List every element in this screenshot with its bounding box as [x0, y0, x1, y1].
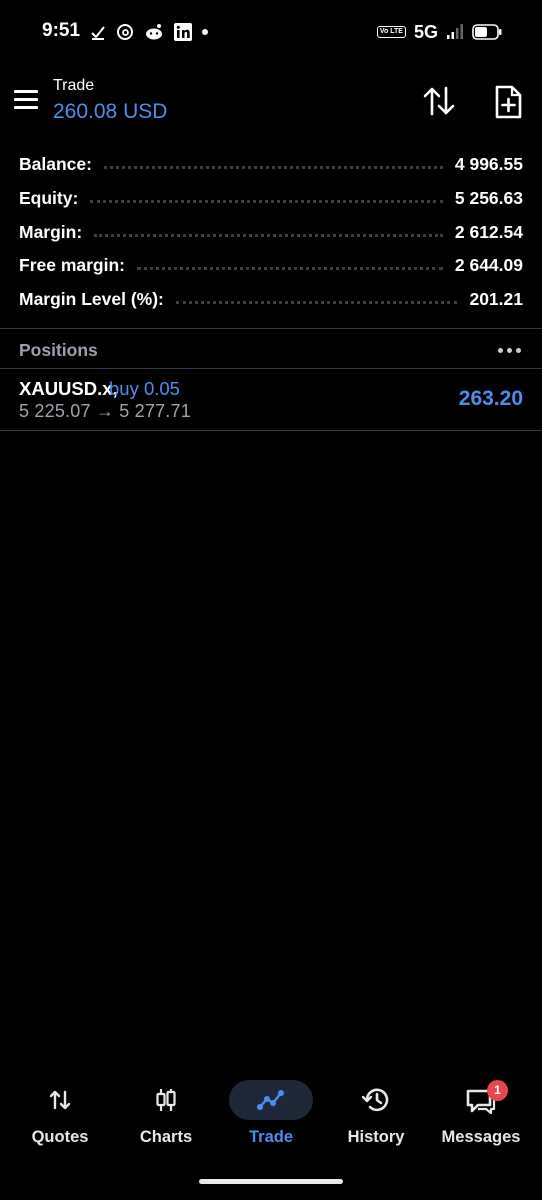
position-row[interactable]: XAUUSD.x, buy 0.05 5 225.07 → 5 277.71 2… [0, 370, 542, 430]
new-order-button[interactable] [490, 84, 526, 120]
trade-line-icon [257, 1090, 284, 1110]
new-order-icon [495, 85, 522, 119]
nav-charts[interactable]: Charts [114, 1072, 218, 1162]
nav-trade[interactable]: Trade [219, 1072, 323, 1162]
nav-icon-container [439, 1080, 523, 1120]
sort-button[interactable] [420, 84, 458, 118]
summary-value: 5 256.63 [454, 188, 523, 209]
position-prices: 5 225.07 → 5 277.71 [19, 401, 191, 421]
divider [0, 368, 542, 369]
summary-row-free-margin: Free margin: 2 644.09 [0, 249, 542, 283]
nav-quotes[interactable]: Quotes [8, 1072, 112, 1162]
status-time: 9:51 [42, 20, 81, 41]
position-profit: 263.20 [458, 387, 523, 410]
nav-label: Charts [139, 1128, 193, 1146]
nav-messages[interactable]: 1 Messages [429, 1072, 533, 1162]
nav-icon-container [334, 1080, 418, 1120]
nav-icon-container [229, 1080, 313, 1120]
home-indicator[interactable] [199, 1179, 343, 1184]
quotes-arrows-icon [49, 1090, 71, 1110]
check-icon [91, 26, 105, 40]
system-icons: Vo LTE 5G [376, 21, 502, 43]
hamburger-menu-icon[interactable] [14, 90, 40, 110]
account-summary: Balance: 4 996.55 Equity: 5 256.63 Margi… [0, 148, 542, 316]
summary-row-balance: Balance: 4 996.55 [0, 148, 542, 182]
nav-label: Trade [248, 1128, 294, 1146]
summary-label: Balance: [19, 154, 92, 175]
app-header: Trade 260.08 USD [0, 66, 542, 132]
dot-icon [202, 29, 208, 35]
positions-title: Positions [19, 340, 98, 360]
notification-icons [90, 21, 208, 43]
reddit-icon [146, 24, 162, 40]
signal-icon [447, 24, 463, 39]
nav-label: Messages [441, 1128, 521, 1146]
dotted-leader [103, 166, 443, 170]
dotted-leader [94, 233, 443, 237]
more-options-icon[interactable] [495, 340, 525, 360]
unread-badge: 1 [487, 1080, 508, 1101]
page-title: Trade [53, 77, 95, 94]
summary-value: 2 612.54 [454, 221, 523, 242]
summary-row-margin: Margin: 2 612.54 [0, 215, 542, 249]
summary-label: Equity: [19, 188, 79, 209]
position-symbol: XAUUSD.x, [19, 378, 118, 399]
dotted-leader [137, 267, 443, 271]
summary-label: Margin: [19, 221, 83, 242]
sort-icon [423, 86, 455, 116]
network-type: 5G [413, 21, 438, 42]
nav-label: Quotes [31, 1128, 89, 1146]
positions-header: Positions [0, 330, 542, 368]
divider [0, 430, 542, 431]
dotted-leader [90, 200, 443, 204]
summary-value: 4 996.55 [454, 154, 523, 175]
summary-row-margin-level: Margin Level (%): 201.21 [0, 283, 542, 317]
summary-value: 2 644.09 [454, 255, 523, 276]
volte-icon: Vo LTE [376, 26, 406, 38]
summary-row-equity: Equity: 5 256.63 [0, 182, 542, 216]
history-clock-icon [361, 1088, 389, 1112]
bottom-navigation: Quotes Charts Trade History 1 Messages [0, 1072, 542, 1162]
position-side: buy 0.05 [109, 378, 180, 399]
profit-summary: 260.08 USD [53, 100, 168, 123]
dotted-leader [175, 301, 458, 305]
divider [0, 328, 542, 329]
battery-icon [472, 24, 502, 40]
nav-icon-container [124, 1080, 208, 1120]
linkedin-icon [174, 23, 192, 41]
threads-icon [117, 24, 133, 40]
summary-label: Free margin: [19, 255, 125, 276]
nav-label: History [347, 1128, 405, 1146]
nav-icon-container [18, 1080, 102, 1120]
candlestick-icon [156, 1089, 176, 1111]
summary-value: 201.21 [469, 289, 523, 310]
nav-history[interactable]: History [324, 1072, 428, 1162]
summary-label: Margin Level (%): [19, 289, 164, 310]
status-bar: 9:51 Vo LTE 5G [0, 0, 542, 64]
